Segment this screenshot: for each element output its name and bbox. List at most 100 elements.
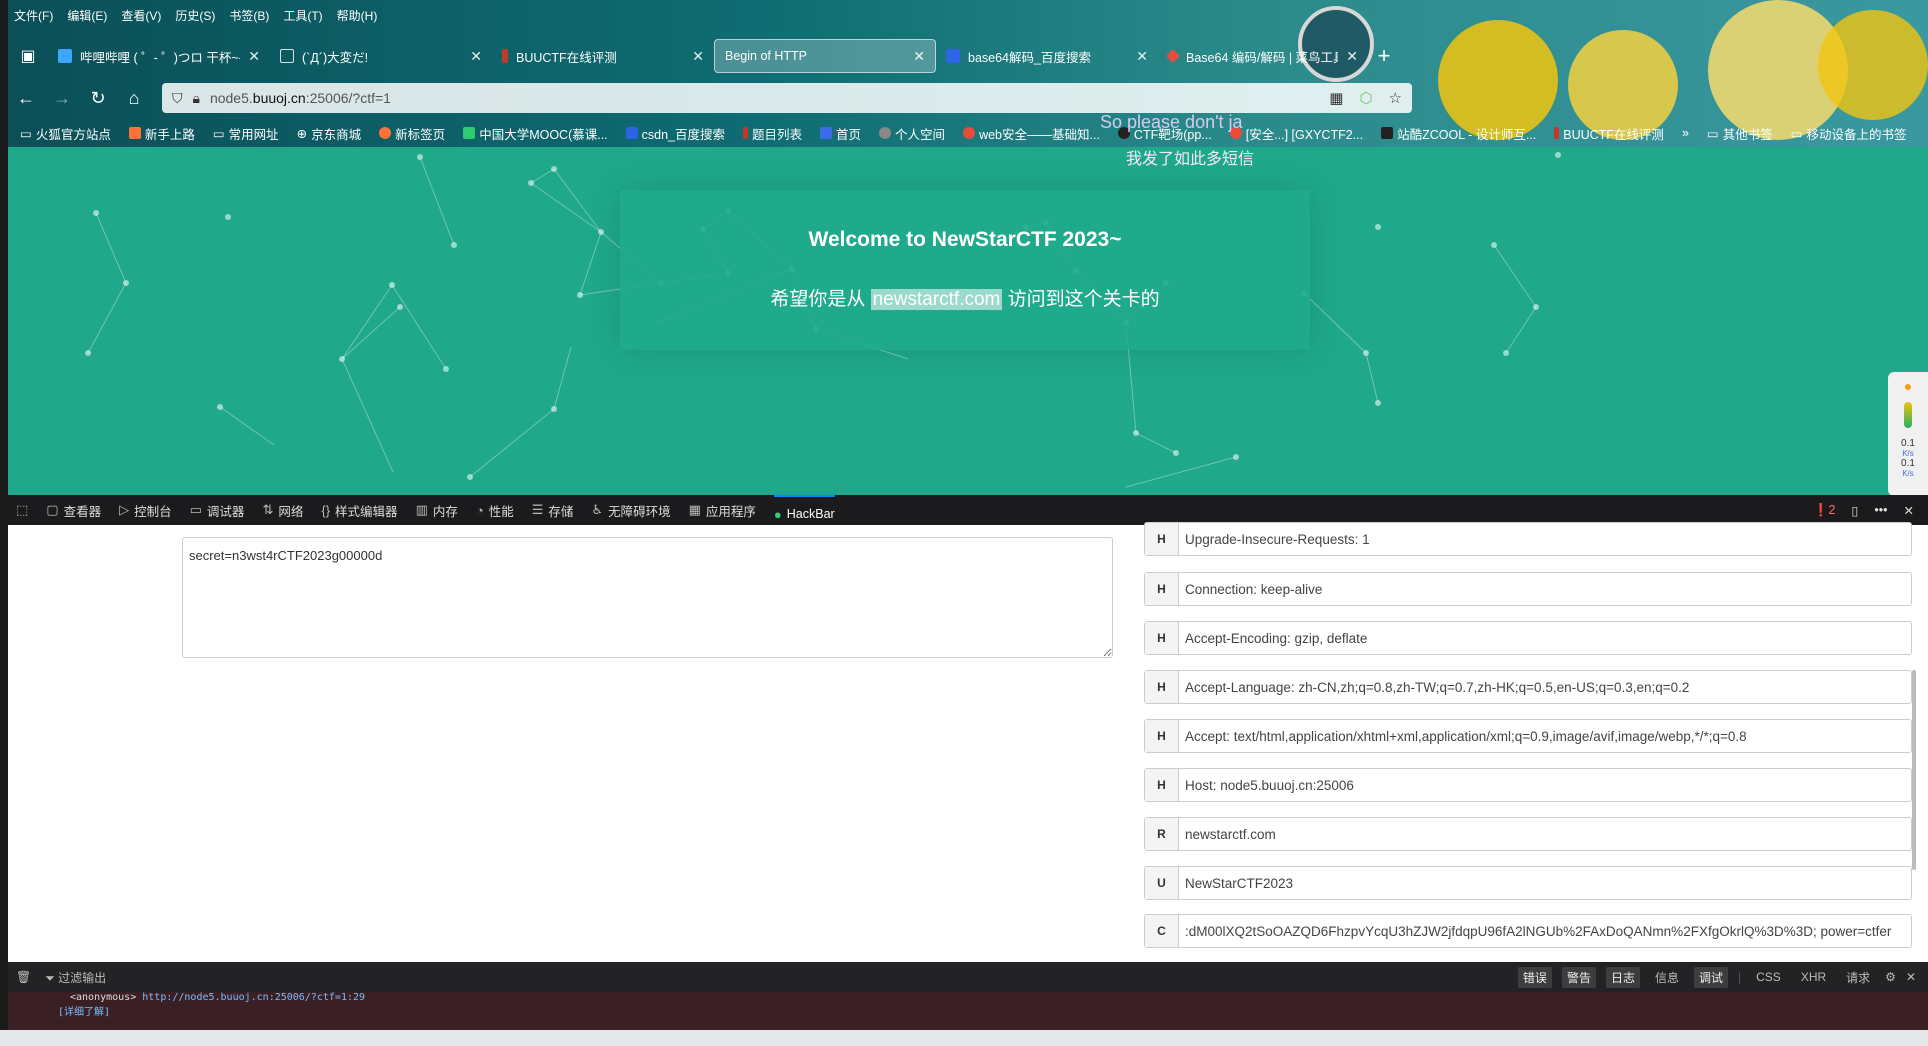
header-value[interactable]: :dM00lXQ2tSoOAZQD6FhzpvYcqU3hZJW2jfdqpU9…: [1179, 915, 1911, 947]
close-icon[interactable]: ✕: [913, 48, 925, 65]
url-bar[interactable]: ⛉ 🔒︎ node5.buuoj.cn:25006/?ctf=1 ▦ ⬡ ☆: [162, 83, 1412, 113]
filter-xhr[interactable]: XHR: [1796, 968, 1831, 986]
menu-help[interactable]: 帮助(H): [337, 7, 378, 24]
menu-view[interactable]: 查看(V): [121, 7, 161, 24]
bookmark-item[interactable]: 中国大学MOOC(慕课...: [463, 124, 608, 143]
bookmark-item[interactable]: 首页: [820, 124, 861, 143]
learn-more-link[interactable]: [详细了解]: [58, 1003, 1878, 1018]
shield-icon[interactable]: ⛉: [172, 90, 183, 107]
filter-css[interactable]: CSS: [1751, 968, 1786, 986]
network-speed-widget[interactable]: ● 0.1 K/s 0.1 K/s: [1888, 372, 1928, 496]
console-link[interactable]: http://node5.buuoj.cn:25006/?ctf=1:29: [142, 992, 365, 1003]
referer-row[interactable]: Rnewstarctf.com: [1144, 817, 1912, 851]
close-icon[interactable]: ✕: [1906, 970, 1916, 984]
qr-code-icon[interactable]: ▦: [1329, 89, 1343, 107]
close-icon[interactable]: ✕: [1136, 48, 1148, 65]
user-agent-row[interactable]: U NewStarCTF2023: [1144, 866, 1912, 900]
tab-buuctf[interactable]: BUUCTF在线评测 ✕: [492, 39, 714, 73]
filter-logs[interactable]: 日志: [1605, 966, 1640, 988]
header-row[interactable]: H Connection: keep-alive: [1144, 572, 1912, 606]
header-value[interactable]: Accept-Language: zh-CN,zh;q=0.8,zh-TW;q=…: [1179, 671, 1911, 703]
filter-warnings[interactable]: 警告: [1561, 966, 1596, 988]
header-value[interactable]: Host: node5.buuoj.cn:25006: [1179, 769, 1911, 801]
new-tab-button[interactable]: +: [1368, 43, 1400, 69]
settings-gear-icon[interactable]: ⚙: [1885, 970, 1896, 984]
header-row[interactable]: H Accept: text/html,application/xhtml+xml…: [1144, 719, 1912, 753]
header-value[interactable]: newstarctf.com: [1179, 818, 1911, 850]
bookmark-item[interactable]: ▭ 常用网址: [213, 124, 279, 143]
header-value[interactable]: Upgrade-Insecure-Requests: 1: [1179, 523, 1911, 555]
trash-icon[interactable]: 🗑︎: [16, 970, 31, 984]
element-picker-icon[interactable]: ⬚: [16, 502, 28, 518]
devtools-tab-application[interactable]: ▦ 应用程序: [689, 501, 756, 520]
close-icon[interactable]: ✕: [1904, 503, 1914, 518]
lock-icon[interactable]: 🔒︎: [193, 90, 200, 107]
bookmark-item[interactable]: csdn_百度搜索: [625, 124, 725, 143]
header-value[interactable]: Accept: text/html,application/xhtml+xml,…: [1179, 720, 1911, 752]
tab-bilibili[interactable]: 哔哩哔哩 ( ゜- ゜)つロ 干杯~-bi ✕: [48, 39, 270, 73]
menu-bookmarks[interactable]: 书签(B): [229, 7, 269, 24]
tab-runoob-base64[interactable]: Base64 编码/解码 | 菜鸟工具 ✕: [1158, 39, 1368, 73]
devtools-tab-performance[interactable]: ◔ 性能: [476, 501, 514, 520]
devtools-tab-storage[interactable]: ☰ 存储: [532, 501, 574, 520]
close-icon[interactable]: ✕: [470, 48, 482, 65]
scrollbar[interactable]: [1912, 670, 1916, 870]
header-row[interactable]: H Upgrade-Insecure-Requests: 1: [1144, 522, 1912, 556]
close-icon[interactable]: ✕: [1346, 48, 1358, 65]
filter-debug[interactable]: 调试: [1693, 966, 1728, 988]
header-value[interactable]: NewStarCTF2023: [1179, 867, 1911, 899]
menu-history[interactable]: 历史(S): [175, 7, 215, 24]
devtools-tab-hackbar[interactable]: ● HackBar: [773, 495, 835, 525]
menu-file[interactable]: 文件(F): [14, 7, 53, 24]
tab-label: 性能: [488, 504, 514, 519]
back-icon[interactable]: ←: [8, 83, 44, 113]
cookie-row[interactable]: C:dM00lXQ2tSoOAZQD6FhzpvYcqU3hZJW2jfdqpU…: [1144, 914, 1912, 948]
reload-icon[interactable]: ↻: [80, 83, 116, 113]
devtools-tab-accessibility[interactable]: ♿︎ 无障碍环境: [591, 501, 670, 520]
menu-tools[interactable]: 工具(T): [283, 7, 322, 24]
bookmark-item[interactable]: web安全——基础知...: [963, 124, 1100, 143]
devtools-tab-debugger[interactable]: ▭ 调试器: [190, 501, 245, 520]
tab-baidu-base64[interactable]: base64解码_百度搜索 ✕: [936, 39, 1158, 73]
devtools-tab-memory[interactable]: ▥ 内存: [416, 501, 458, 520]
forward-icon[interactable]: →: [44, 83, 80, 113]
bookmark-star-icon[interactable]: ☆: [1389, 89, 1402, 107]
tab-daihenda[interactable]: (`Д´)大変だ! ✕: [270, 39, 492, 73]
bookmark-item[interactable]: 站酷ZCOOL - 设计师互...: [1381, 124, 1536, 143]
dock-icon[interactable]: ▯: [1851, 503, 1858, 518]
home-icon[interactable]: ⌂: [116, 83, 152, 113]
header-row[interactable]: H Accept-Language: zh-CN,zh;q=0.8,zh-TW;q…: [1144, 670, 1912, 704]
bookmark-item[interactable]: ▭ 火狐官方站点: [20, 124, 111, 143]
bookmark-item[interactable]: ⊕ 京东商城: [297, 124, 362, 143]
more-options-icon[interactable]: •••: [1874, 503, 1887, 517]
bookmark-item[interactable]: ▭ 其他书签: [1707, 124, 1773, 143]
bookmark-item[interactable]: 个人空间: [879, 124, 945, 143]
bookmarks-overflow-icon[interactable]: »: [1682, 126, 1689, 140]
bookmark-item[interactable]: ▭ 移动设备上的书签: [1791, 124, 1907, 143]
header-row[interactable]: H Accept-Encoding: gzip, deflate: [1144, 621, 1912, 655]
bookmark-item[interactable]: [安全...] [GXYCTF2...: [1229, 124, 1363, 143]
filter-input[interactable]: ⏷ 过滤输出: [45, 969, 106, 986]
bookmark-item[interactable]: 新手上路: [128, 124, 195, 143]
bookmark-item[interactable]: 新标签页: [379, 124, 445, 143]
header-row[interactable]: H Host: node5.buuoj.cn:25006: [1144, 768, 1912, 802]
close-icon[interactable]: ✕: [692, 48, 704, 65]
filter-info[interactable]: 信息: [1650, 967, 1684, 988]
devtools-tab-console[interactable]: ▷ 控制台: [119, 501, 172, 520]
filter-requests[interactable]: 请求: [1841, 967, 1875, 988]
bookmark-item[interactable]: BUUCTF在线评测: [1554, 124, 1664, 143]
devtools-tab-style-editor[interactable]: {} 样式编辑器: [321, 501, 397, 520]
error-count-badge[interactable]: ❗2: [1813, 503, 1836, 518]
devtools-tab-network[interactable]: ⇅ 网络: [262, 501, 303, 520]
devtools-tab-inspector[interactable]: ▢ 查看器: [46, 501, 101, 520]
bookmark-item[interactable]: 题目列表: [743, 124, 802, 143]
tab-list-icon[interactable]: ▣: [8, 39, 48, 73]
header-value[interactable]: Accept-Encoding: gzip, deflate: [1179, 622, 1911, 654]
menu-edit[interactable]: 编辑(E): [67, 7, 107, 24]
extension-icon[interactable]: ⬡: [1359, 89, 1372, 107]
post-body-textarea[interactable]: [182, 537, 1113, 658]
header-value[interactable]: Connection: keep-alive: [1179, 573, 1911, 605]
tab-begin-of-http[interactable]: Begin of HTTP ✕: [714, 39, 936, 73]
close-icon[interactable]: ✕: [248, 48, 260, 65]
filter-errors[interactable]: 错误: [1517, 966, 1552, 988]
